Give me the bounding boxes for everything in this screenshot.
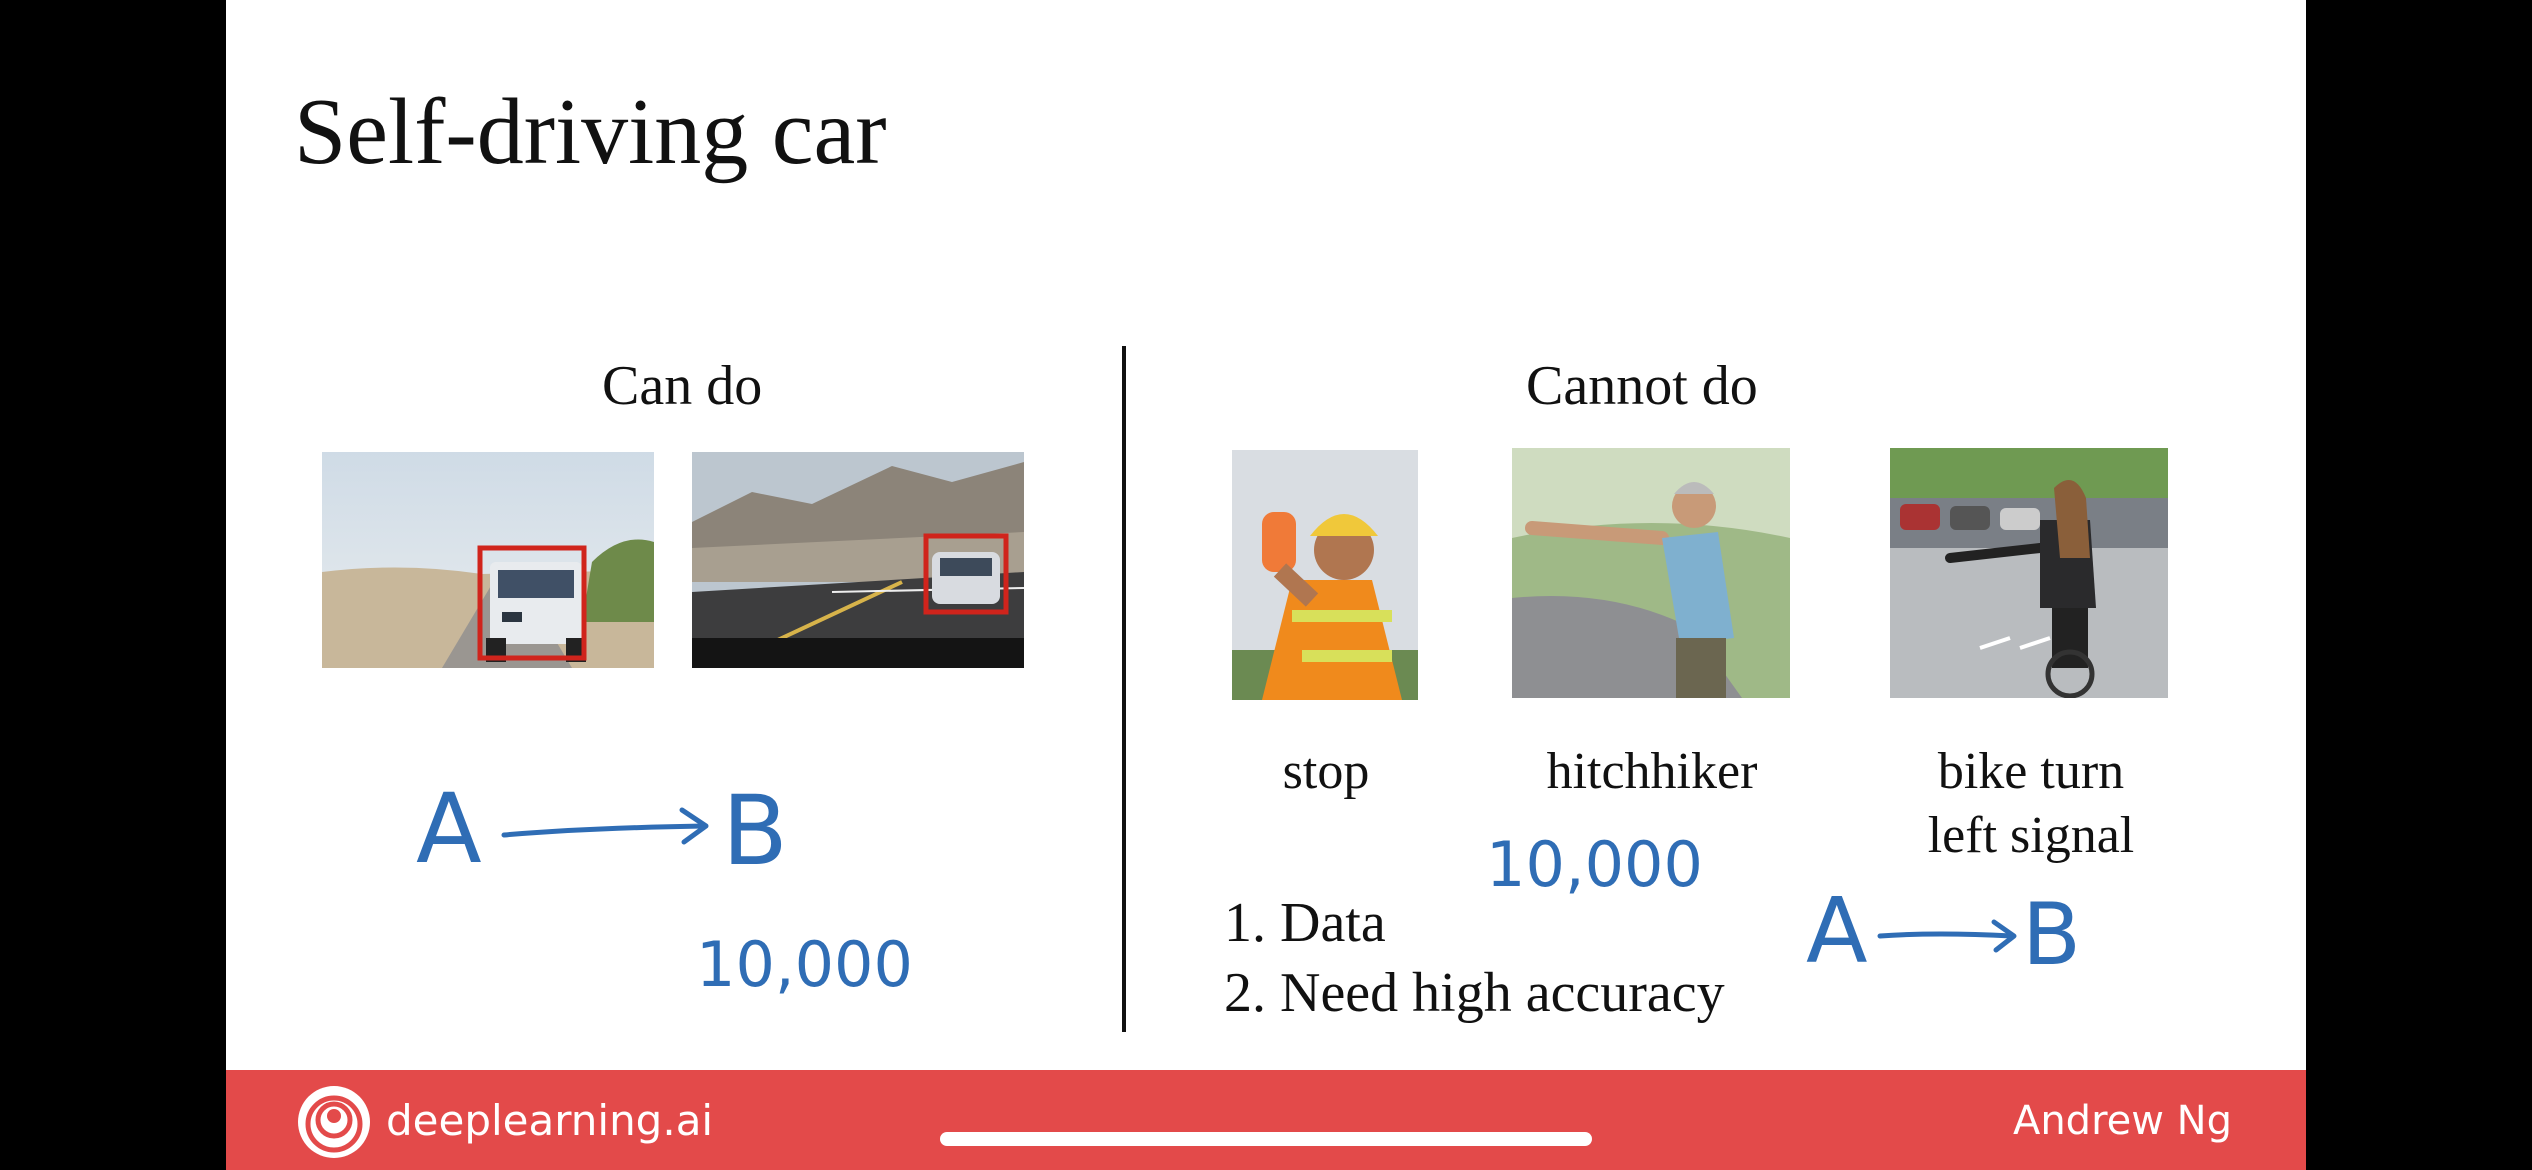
hand-a-left: A bbox=[416, 773, 482, 885]
hand-arrow-left bbox=[501, 823, 707, 838]
brand-name: deeplearning.ai bbox=[386, 1096, 714, 1145]
slide: Self-driving car Can do Cannot do stop h… bbox=[226, 0, 2306, 1170]
hand-arrow-right bbox=[1877, 931, 2015, 939]
hand-b-left: B bbox=[722, 775, 788, 887]
hand-count-right: 10,000 bbox=[1486, 828, 1703, 901]
deeplearning-logo-icon bbox=[296, 1084, 372, 1160]
hand-b-right: B bbox=[2022, 885, 2081, 985]
hand-count-left: 10,000 bbox=[696, 928, 913, 1001]
author-name: Andrew Ng bbox=[2012, 1098, 2232, 1144]
handwritten-annotations: A B 10,000 10,000 A B bbox=[416, 773, 2081, 1001]
home-indicator[interactable] bbox=[940, 1132, 1592, 1146]
footer-bar: deeplearning.ai Andrew Ng bbox=[226, 1070, 2306, 1170]
hand-a-right: A bbox=[1806, 879, 1868, 984]
